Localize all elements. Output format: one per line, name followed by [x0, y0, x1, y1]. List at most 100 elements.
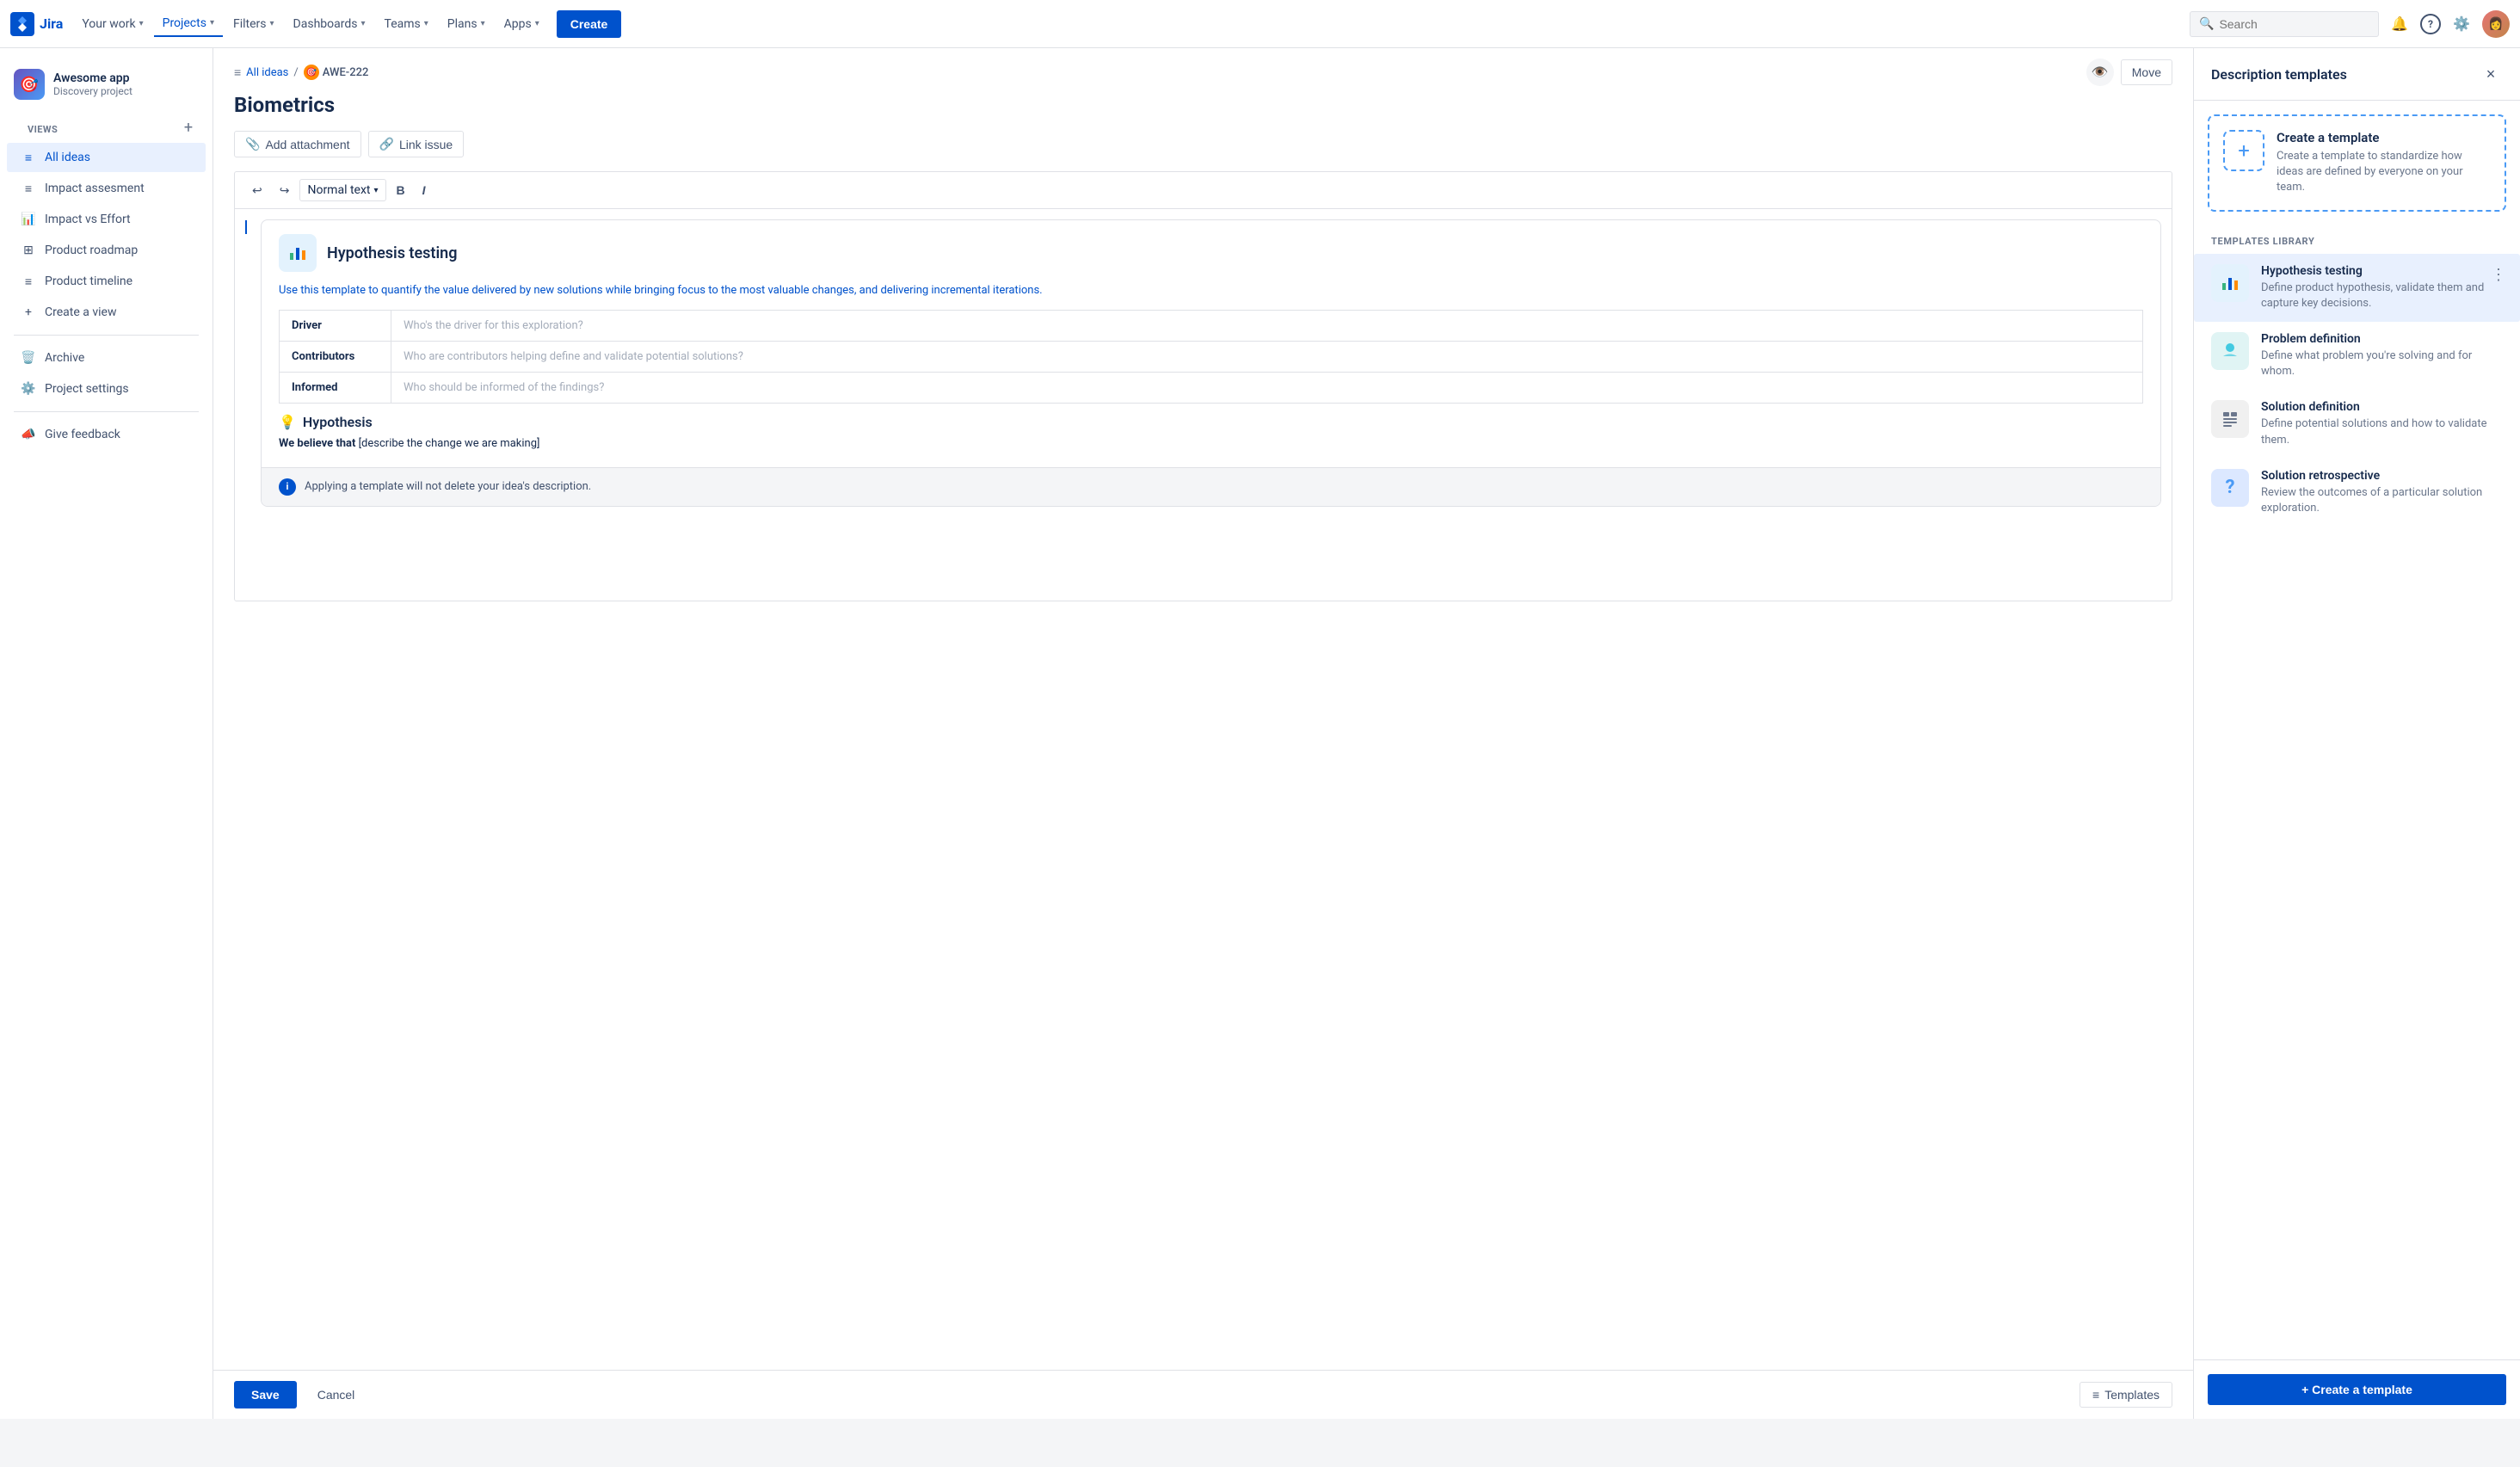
sidebar-item-label: Product roadmap [45, 243, 138, 257]
solution-retrospective-icon: ? [2211, 469, 2249, 507]
top-navigation: Jira Your work ▾ Projects ▾ Filters ▾ Da… [0, 0, 2520, 48]
italic-button[interactable]: I [416, 180, 433, 200]
settings-icon[interactable]: ⚙️ [2451, 14, 2472, 34]
solution-definition-name: Solution definition [2261, 400, 2503, 414]
sidebar-item-product-roadmap[interactable]: ⊞ Product roadmap [7, 236, 206, 265]
undo-button[interactable]: ↩ [245, 180, 269, 201]
user-avatar[interactable]: 👩 [2482, 10, 2510, 38]
editor-content: Hypothesis testing Use this template to … [257, 219, 2161, 507]
feedback-icon: 📣 [21, 427, 36, 442]
views-label: VIEWS [14, 117, 71, 139]
table-value-driver: Who's the driver for this exploration? [391, 310, 2143, 341]
sidebar-item-impact-effort[interactable]: 📊 Impact vs Effort [7, 205, 206, 234]
create-template-card[interactable]: + Create a template Create a template to… [2208, 114, 2506, 212]
nav-dashboards[interactable]: Dashboards ▾ [285, 12, 374, 36]
table-row: Informed Who should be informed of the f… [280, 372, 2143, 403]
templates-button[interactable]: ≡ Templates [2079, 1382, 2172, 1408]
nav-filters[interactable]: Filters ▾ [225, 12, 283, 36]
save-button[interactable]: Save [234, 1381, 297, 1408]
template-preview-description: Use this template to quantify the value … [262, 282, 2160, 310]
sidebar-item-label: Impact assesment [45, 182, 145, 195]
attachment-icon: 📎 [245, 137, 260, 151]
sidebar-feedback-label: Give feedback [45, 428, 120, 441]
right-panel-title: Description templates [2211, 66, 2347, 83]
sidebar-item-product-timeline[interactable]: ≡ Product timeline [7, 267, 206, 296]
cursor-line [245, 220, 247, 234]
bold-button[interactable]: B [390, 180, 412, 200]
cancel-button[interactable]: Cancel [307, 1381, 366, 1408]
watch-button[interactable]: 👁️ [2086, 59, 2114, 86]
main-content: ≡ All ideas / 🎯 AWE-222 👁️ Move Biometri… [213, 48, 2193, 1419]
sidebar-item-project-settings[interactable]: ⚙️ Project settings [7, 374, 206, 404]
table-row: Driver Who's the driver for this explora… [280, 310, 2143, 341]
project-name: Awesome app [53, 71, 199, 85]
right-panel-header: Description templates × [2194, 48, 2520, 101]
sidebar-settings-label: Project settings [45, 382, 129, 396]
redo-button[interactable]: ↪ [273, 180, 297, 201]
breadcrumb-menu-icon: ≡ [234, 65, 241, 80]
template-more-icon[interactable]: ⋮ [2491, 266, 2506, 284]
search-icon: 🔍 [2199, 17, 2214, 31]
logo[interactable]: Jira [10, 12, 63, 36]
sidebar-item-impact-assessment[interactable]: ≡ Impact assesment [7, 174, 206, 203]
sidebar-divider-2 [14, 411, 199, 412]
sidebar: 🎯 Awesome app Discovery project VIEWS + … [0, 48, 213, 1419]
jira-wordmark: Jira [40, 15, 63, 32]
template-info-bar: i Applying a template will not delete yo… [262, 467, 2160, 506]
sidebar-item-create-view[interactable]: + Create a view [7, 298, 206, 327]
sidebar-item-label: All ideas [45, 151, 90, 164]
solution-definition-icon [2211, 400, 2249, 438]
sidebar-item-archive[interactable]: 🗑️ Archive [7, 343, 206, 373]
problem-definition-name: Problem definition [2261, 332, 2503, 346]
views-section-header: VIEWS + [0, 114, 213, 142]
create-template-full-button[interactable]: + Create a template [2208, 1374, 2506, 1405]
add-view-button[interactable]: + [178, 118, 199, 139]
settings-gear-icon: ⚙️ [21, 381, 36, 397]
all-ideas-icon: ≡ [21, 150, 36, 165]
template-item-solution-retrospective[interactable]: ? Solution retrospective Review the outc… [2194, 459, 2520, 527]
notifications-icon[interactable]: 🔔 [2389, 14, 2410, 34]
problem-definition-desc: Define what problem you're solving and f… [2261, 348, 2503, 379]
link-issue-button[interactable]: 🔗 Link issue [368, 131, 465, 157]
nav-plans[interactable]: Plans ▾ [439, 12, 494, 36]
text-format-select[interactable]: Normal text ▾ [299, 179, 385, 201]
nav-apps[interactable]: Apps ▾ [496, 12, 548, 36]
sidebar-item-all-ideas[interactable]: ≡ All ideas [7, 143, 206, 172]
editor-area: Biometrics 📎 Add attachment 🔗 Link issue… [213, 93, 2193, 1370]
template-preview-title: Hypothesis testing [327, 244, 457, 262]
create-template-info: Create a template Create a template to s… [2277, 130, 2491, 196]
hypothesis-section: 💡 Hypothesis We believe that [describe t… [262, 414, 2160, 460]
template-item-hypothesis-testing[interactable]: Hypothesis testing Define product hypoth… [2194, 254, 2520, 322]
hypothesis-testing-desc: Define product hypothesis, validate them… [2261, 280, 2503, 311]
problem-definition-icon [2211, 332, 2249, 370]
table-label-driver: Driver [280, 310, 391, 341]
right-panel: Description templates × + Create a templ… [2193, 48, 2520, 1419]
template-item-solution-definition[interactable]: Solution definition Define potential sol… [2194, 390, 2520, 458]
search-input[interactable] [2219, 17, 2369, 31]
template-item-problem-definition[interactable]: Problem definition Define what problem y… [2194, 322, 2520, 390]
link-icon: 🔗 [379, 137, 394, 151]
breadcrumb-all-ideas-link[interactable]: All ideas [246, 66, 288, 79]
create-button[interactable]: Create [557, 10, 622, 38]
hypothesis-testing-name: Hypothesis testing [2261, 264, 2503, 278]
nav-your-work[interactable]: Your work ▾ [73, 12, 151, 36]
impact-assessment-icon: ≡ [21, 181, 36, 196]
search-box[interactable]: 🔍 [2190, 11, 2379, 37]
table-label-contributors: Contributors [280, 341, 391, 372]
hypothesis-icon: 💡 [279, 414, 296, 430]
sidebar-item-feedback[interactable]: 📣 Give feedback [7, 420, 206, 449]
nav-teams[interactable]: Teams ▾ [376, 12, 437, 36]
help-icon[interactable]: ? [2420, 14, 2441, 34]
sidebar-divider [14, 335, 199, 336]
solution-retrospective-info: Solution retrospective Review the outcom… [2261, 469, 2503, 516]
issue-icon: 🎯 [304, 65, 319, 80]
solution-retrospective-name: Solution retrospective [2261, 469, 2503, 483]
create-template-card-desc: Create a template to standardize how ide… [2277, 149, 2491, 196]
app-layout: 🎯 Awesome app Discovery project VIEWS + … [0, 48, 2520, 1419]
breadcrumb-actions: 👁️ Move [2086, 59, 2172, 86]
sidebar-item-label: Create a view [45, 305, 116, 319]
add-attachment-button[interactable]: 📎 Add attachment [234, 131, 361, 157]
close-panel-button[interactable]: × [2479, 62, 2503, 86]
move-button[interactable]: Move [2121, 59, 2172, 85]
nav-projects[interactable]: Projects ▾ [154, 11, 223, 37]
